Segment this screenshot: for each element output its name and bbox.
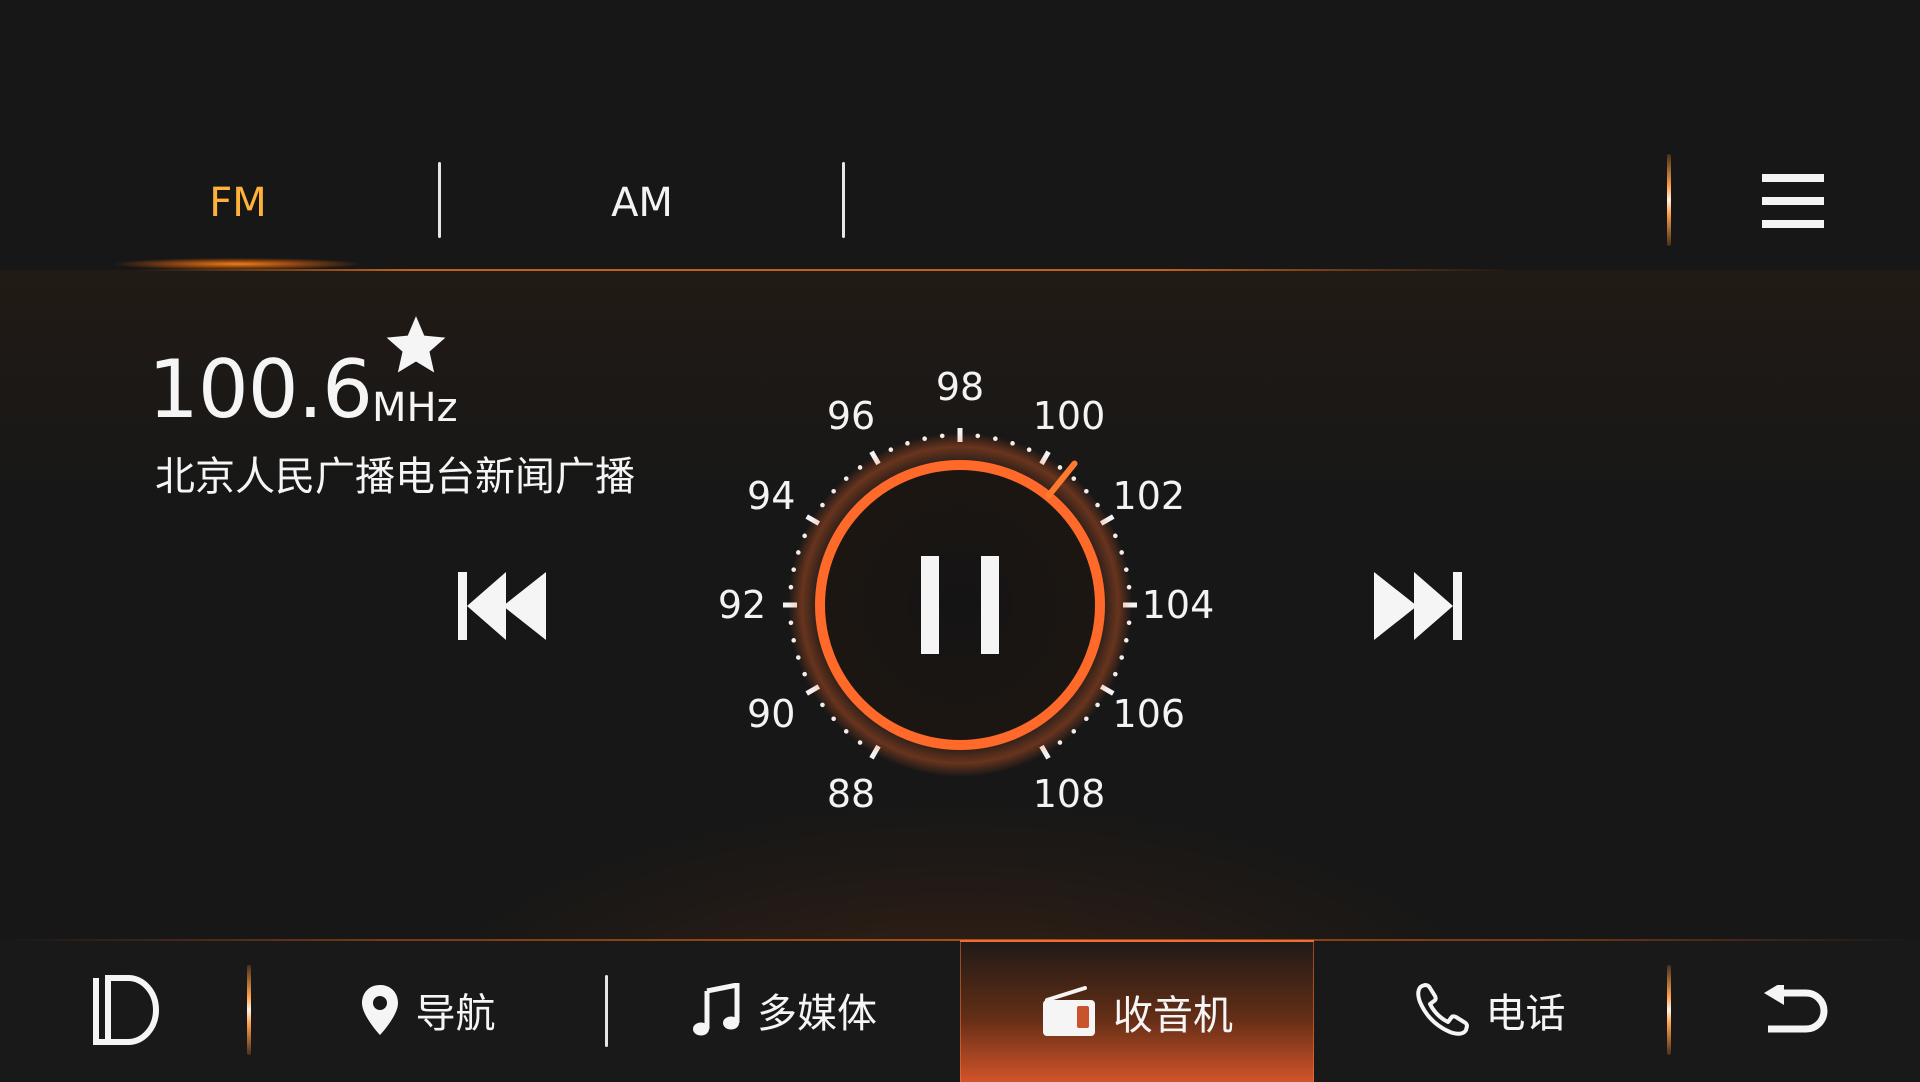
dial-label: 92 bbox=[718, 583, 766, 627]
music-note-icon bbox=[693, 983, 740, 1036]
tab-fm[interactable]: FM bbox=[153, 168, 323, 238]
menu-button[interactable] bbox=[1762, 174, 1824, 228]
location-pin-icon bbox=[361, 985, 398, 1035]
phone-icon bbox=[1415, 983, 1469, 1036]
next-station-button[interactable] bbox=[1368, 570, 1464, 642]
station-name: 北京人民广播电台新闻广播 bbox=[155, 454, 635, 500]
dial-label: 108 bbox=[1033, 772, 1106, 810]
ld-logo-icon bbox=[93, 975, 159, 1045]
dial-label: 102 bbox=[1113, 474, 1186, 518]
dial-label: 104 bbox=[1142, 583, 1215, 627]
dial-label: 98 bbox=[936, 365, 984, 409]
nav-item-multimedia[interactable]: 多媒体 bbox=[608, 940, 960, 1080]
menu-separator bbox=[1667, 154, 1671, 246]
dial-label: 100 bbox=[1033, 394, 1106, 438]
dial-label: 88 bbox=[827, 772, 875, 810]
frequency-unit: MHz bbox=[372, 385, 458, 431]
nav-label-phone: 电话 bbox=[1485, 991, 1566, 1037]
favorite-star-icon[interactable] bbox=[383, 312, 449, 378]
tab-separator bbox=[842, 162, 845, 238]
tuning-dial[interactable]: 88 90 92 94 96 98 100102 104 106108 bbox=[660, 330, 1260, 810]
nav-separator bbox=[1667, 965, 1671, 1055]
radio-icon bbox=[1043, 986, 1095, 1036]
previous-station-button[interactable] bbox=[456, 570, 552, 642]
nav-label-navigation: 导航 bbox=[415, 991, 496, 1037]
play-pause-ring[interactable] bbox=[815, 460, 1105, 750]
nav-item-phone[interactable]: 电话 bbox=[1312, 940, 1667, 1080]
nav-item-radio[interactable]: 收音机 bbox=[960, 940, 1314, 1082]
nav-label-radio: 收音机 bbox=[1113, 993, 1233, 1039]
dial-label: 94 bbox=[747, 474, 795, 518]
back-arrow-icon bbox=[1764, 985, 1828, 1033]
home-logo-button[interactable] bbox=[70, 940, 180, 1080]
dial-label: 106 bbox=[1113, 692, 1186, 736]
nav-label-multimedia: 多媒体 bbox=[757, 991, 877, 1037]
frequency-value: 100.6 bbox=[148, 343, 373, 436]
tab-separator bbox=[438, 162, 441, 238]
nav-item-navigation[interactable]: 导航 bbox=[250, 940, 605, 1080]
dial-label: 90 bbox=[747, 692, 795, 736]
dial-label: 96 bbox=[827, 394, 875, 438]
tab-am[interactable]: AM bbox=[557, 168, 727, 238]
header-divider bbox=[130, 269, 1510, 271]
back-button[interactable] bbox=[1700, 940, 1890, 1080]
